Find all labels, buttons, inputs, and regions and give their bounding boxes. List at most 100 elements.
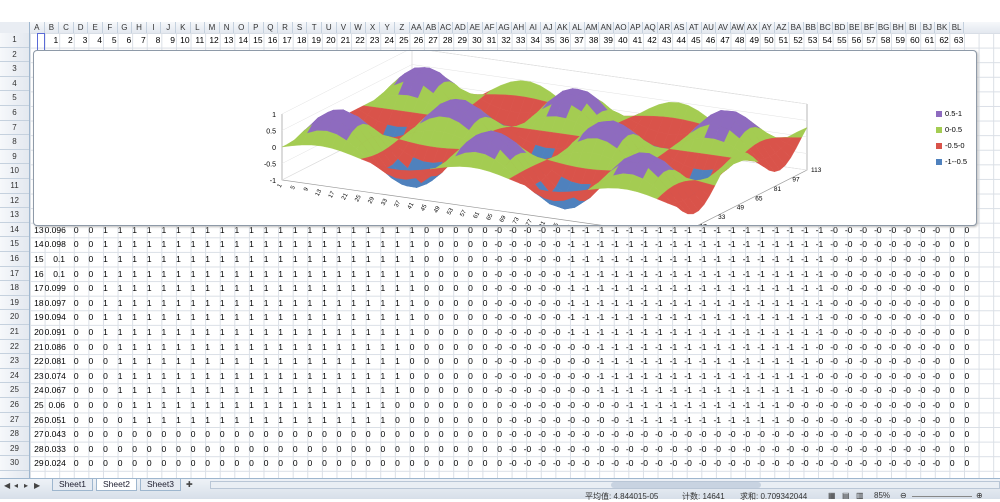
cell[interactable]: 1 [226,267,239,282]
cell[interactable]: 1 [153,267,166,282]
cell-b[interactable]: 0.098 [45,237,66,252]
cell[interactable]: -1 [780,325,794,340]
cell[interactable]: 1 [255,340,269,355]
cell[interactable]: 1 [240,296,254,311]
cell[interactable]: -0 [547,267,561,282]
cell[interactable]: -1 [620,296,634,311]
cell[interactable]: 0 [459,267,473,282]
select-all-corner[interactable] [0,22,30,33]
cell[interactable]: 1 [328,310,342,325]
column-header-bk[interactable]: BK [935,22,950,33]
cell-a[interactable]: 14 [30,237,43,252]
row-header-8[interactable]: 8 [0,135,29,150]
cell[interactable]: 0 [65,354,79,369]
cell[interactable]: 0 [269,442,283,457]
scroll-thumb[interactable] [611,482,761,488]
cell[interactable]: 1 [342,383,356,398]
cell[interactable]: -0 [868,398,882,413]
cell[interactable]: -1 [722,398,736,413]
cell[interactable]: 1 [226,310,239,325]
cell[interactable]: 1 [94,237,108,252]
cell[interactable]: 1 [357,281,371,296]
sheet-nav-last-icon[interactable]: ▶ [34,481,40,490]
cell[interactable]: 1 [328,354,342,369]
cell[interactable]: 0 [240,427,254,442]
cell[interactable]: 0 [956,310,969,325]
cell[interactable]: -0 [839,267,853,282]
cell[interactable]: 1 [342,296,356,311]
cell[interactable]: -0 [824,310,838,325]
cell[interactable]: 1 [153,237,166,252]
cell[interactable]: 29 [453,33,467,48]
cell[interactable]: -0 [883,427,897,442]
cell[interactable]: 1 [313,281,327,296]
cell[interactable]: -0 [693,427,707,442]
cell[interactable]: -0 [912,237,926,252]
cell[interactable]: -1 [591,252,605,267]
cell[interactable]: -1 [678,296,692,311]
cell[interactable]: -1 [649,325,663,340]
cell[interactable]: 0 [474,310,488,325]
cell[interactable]: -1 [620,281,634,296]
cell[interactable]: -1 [634,252,648,267]
cell[interactable]: 1 [357,237,371,252]
cell[interactable]: -1 [591,325,605,340]
cell[interactable]: 0 [386,442,400,457]
cell[interactable]: 1 [240,237,254,252]
cell[interactable]: 1 [182,252,196,267]
cell[interactable]: 0 [956,296,969,311]
cell[interactable]: 0 [342,442,356,457]
cell[interactable]: 0 [342,456,356,471]
cell[interactable]: -0 [532,252,546,267]
cell[interactable]: -0 [547,456,561,471]
cell[interactable]: 1 [138,325,152,340]
cell[interactable]: -1 [678,369,692,384]
cell[interactable]: -0 [795,427,809,442]
cell[interactable]: -0 [839,325,853,340]
column-header-r[interactable]: R [278,22,293,33]
cell[interactable]: -1 [649,281,663,296]
cell[interactable]: 1 [182,413,196,428]
cell[interactable]: -1 [678,383,692,398]
cell[interactable]: 0 [941,369,955,384]
cell[interactable]: 0 [445,442,458,457]
cell[interactable]: -1 [649,267,663,282]
cell[interactable]: -1 [649,237,663,252]
cell[interactable]: 1 [372,310,385,325]
cell[interactable]: -0 [532,281,546,296]
cell[interactable]: 61 [921,33,934,48]
cell[interactable]: 0 [138,427,152,442]
cell[interactable]: 0 [445,252,458,267]
cell[interactable]: 0 [182,442,196,457]
cell[interactable]: -0 [518,296,532,311]
cell[interactable]: 0 [459,281,473,296]
cell[interactable]: 1 [196,413,210,428]
cell[interactable]: 0 [941,325,955,340]
cell[interactable]: -0 [605,442,619,457]
cell[interactable]: 1 [45,33,58,48]
column-header-w[interactable]: W [351,22,366,33]
cell[interactable]: 1 [182,383,196,398]
cell[interactable]: -0 [868,427,882,442]
cell[interactable]: -0 [678,456,692,471]
cell[interactable]: 1 [211,340,225,355]
cell[interactable]: -1 [766,325,780,340]
cell[interactable]: -1 [737,237,751,252]
cell[interactable]: -0 [883,310,897,325]
cell[interactable]: 0 [459,325,473,340]
cell[interactable]: -0 [853,413,867,428]
cell[interactable]: -0 [868,267,882,282]
cell[interactable]: -0 [912,310,926,325]
cell[interactable]: 1 [386,296,400,311]
cell[interactable]: 1 [269,281,283,296]
cell[interactable]: 0 [94,398,108,413]
cell[interactable]: -1 [737,325,751,340]
cell[interactable]: -1 [707,369,721,384]
cell[interactable]: 0 [956,413,969,428]
cell[interactable]: -0 [926,442,940,457]
cell[interactable]: -1 [693,296,707,311]
cell[interactable]: -0 [883,340,897,355]
cell[interactable]: 0 [459,456,473,471]
cell[interactable]: -1 [591,267,605,282]
cell[interactable]: 1 [240,369,254,384]
